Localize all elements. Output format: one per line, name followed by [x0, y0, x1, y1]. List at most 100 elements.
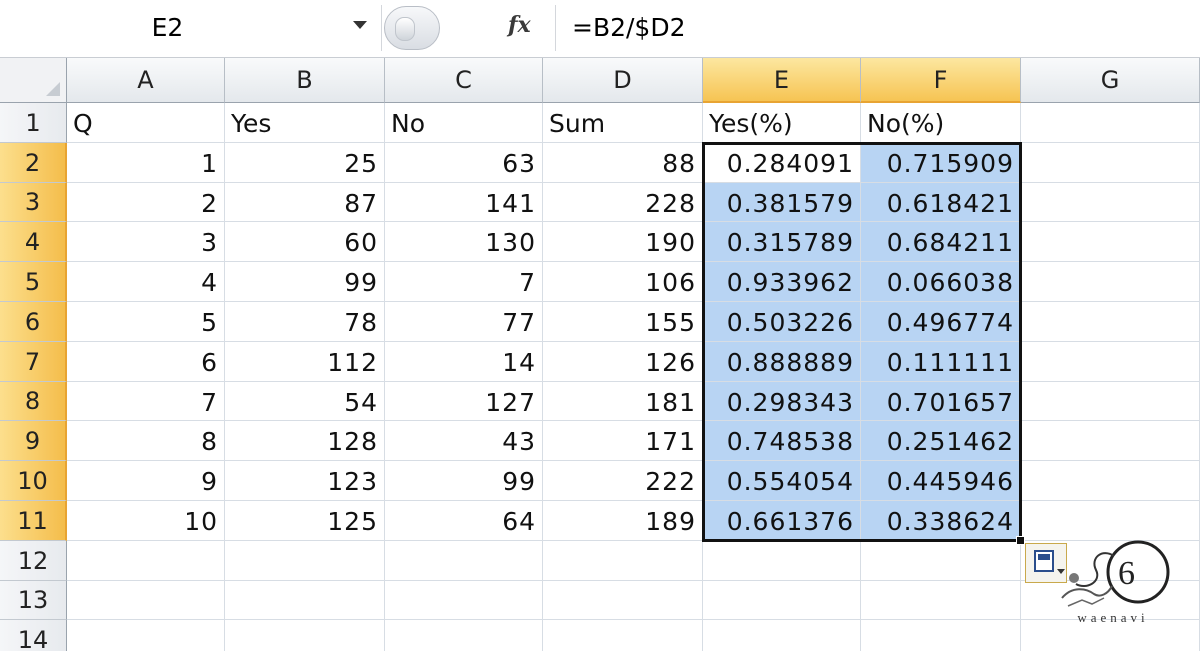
- cell-g10[interactable]: [1021, 461, 1200, 501]
- formula-bar-splitter[interactable]: [384, 6, 440, 50]
- cell-d4[interactable]: 190: [543, 222, 703, 262]
- cell-b1[interactable]: Yes: [225, 103, 385, 143]
- cell-b3[interactable]: 87: [225, 183, 385, 222]
- cell-e1[interactable]: Yes(%): [703, 103, 861, 143]
- cell-a11[interactable]: 10: [67, 501, 225, 541]
- cell-a8[interactable]: 7: [67, 382, 225, 421]
- cell-c8[interactable]: 127: [385, 382, 543, 421]
- cell-g1[interactable]: [1021, 103, 1200, 143]
- cell-d8[interactable]: 181: [543, 382, 703, 421]
- cell-e13[interactable]: [703, 581, 861, 620]
- cell-b14[interactable]: [225, 620, 385, 651]
- cell-f3[interactable]: 0.618421: [861, 183, 1021, 222]
- cell-a13[interactable]: [67, 581, 225, 620]
- cell-g3[interactable]: [1021, 183, 1200, 222]
- cell-d6[interactable]: 155: [543, 302, 703, 342]
- cell-c2[interactable]: 63: [385, 143, 543, 183]
- cell-d14[interactable]: [543, 620, 703, 651]
- cell-f1[interactable]: No(%): [861, 103, 1021, 143]
- cell-f4[interactable]: 0.684211: [861, 222, 1021, 262]
- cell-c4[interactable]: 130: [385, 222, 543, 262]
- row-header-1[interactable]: 1: [0, 103, 67, 143]
- row-header-10[interactable]: 10: [0, 461, 67, 501]
- cell-d12[interactable]: [543, 541, 703, 581]
- cell-g2[interactable]: [1021, 143, 1200, 183]
- row-header-6[interactable]: 6: [0, 302, 67, 342]
- column-header-a[interactable]: A: [67, 58, 225, 103]
- cell-g6[interactable]: [1021, 302, 1200, 342]
- cell-e11[interactable]: 0.661376: [703, 501, 861, 541]
- cell-g5[interactable]: [1021, 262, 1200, 302]
- cell-e14[interactable]: [703, 620, 861, 651]
- cell-c14[interactable]: [385, 620, 543, 651]
- cell-e4[interactable]: 0.315789: [703, 222, 861, 262]
- cell-e3[interactable]: 0.381579: [703, 183, 861, 222]
- cell-c7[interactable]: 14: [385, 342, 543, 382]
- cell-f5[interactable]: 0.066038: [861, 262, 1021, 302]
- cell-a10[interactable]: 9: [67, 461, 225, 501]
- row-header-11[interactable]: 11: [0, 501, 67, 541]
- cell-e10[interactable]: 0.554054: [703, 461, 861, 501]
- chevron-down-icon[interactable]: [353, 21, 367, 29]
- row-header-8[interactable]: 8: [0, 382, 67, 421]
- cell-a5[interactable]: 4: [67, 262, 225, 302]
- cell-g9[interactable]: [1021, 421, 1200, 461]
- cell-c10[interactable]: 99: [385, 461, 543, 501]
- cell-b9[interactable]: 128: [225, 421, 385, 461]
- row-header-14[interactable]: 14: [0, 620, 67, 651]
- cell-b10[interactable]: 123: [225, 461, 385, 501]
- cell-f14[interactable]: [861, 620, 1021, 651]
- cell-a3[interactable]: 2: [67, 183, 225, 222]
- cell-e12[interactable]: [703, 541, 861, 581]
- column-header-b[interactable]: B: [225, 58, 385, 103]
- cell-f8[interactable]: 0.701657: [861, 382, 1021, 421]
- cell-g4[interactable]: [1021, 222, 1200, 262]
- cell-a12[interactable]: [67, 541, 225, 581]
- cell-b2[interactable]: 25: [225, 143, 385, 183]
- column-header-g[interactable]: G: [1021, 58, 1200, 103]
- cell-f6[interactable]: 0.496774: [861, 302, 1021, 342]
- column-header-c[interactable]: C: [385, 58, 543, 103]
- cell-c3[interactable]: 141: [385, 183, 543, 222]
- column-header-f[interactable]: F: [861, 58, 1021, 103]
- cell-f9[interactable]: 0.251462: [861, 421, 1021, 461]
- cell-b4[interactable]: 60: [225, 222, 385, 262]
- cell-a6[interactable]: 5: [67, 302, 225, 342]
- row-header-13[interactable]: 13: [0, 581, 67, 620]
- row-header-4[interactable]: 4: [0, 222, 67, 262]
- cell-e5[interactable]: 0.933962: [703, 262, 861, 302]
- cell-c9[interactable]: 43: [385, 421, 543, 461]
- cell-b5[interactable]: 99: [225, 262, 385, 302]
- row-header-5[interactable]: 5: [0, 262, 67, 302]
- cell-d13[interactable]: [543, 581, 703, 620]
- column-header-d[interactable]: D: [543, 58, 703, 103]
- cell-b8[interactable]: 54: [225, 382, 385, 421]
- cell-c1[interactable]: No: [385, 103, 543, 143]
- cell-b7[interactable]: 112: [225, 342, 385, 382]
- cell-c13[interactable]: [385, 581, 543, 620]
- row-header-12[interactable]: 12: [0, 541, 67, 581]
- cell-e9[interactable]: 0.748538: [703, 421, 861, 461]
- cell-a4[interactable]: 3: [67, 222, 225, 262]
- cell-f11[interactable]: 0.338624: [861, 501, 1021, 541]
- cell-d5[interactable]: 106: [543, 262, 703, 302]
- cell-c6[interactable]: 77: [385, 302, 543, 342]
- cell-d10[interactable]: 222: [543, 461, 703, 501]
- cell-a2[interactable]: 1: [67, 143, 225, 183]
- cell-f13[interactable]: [861, 581, 1021, 620]
- cell-g8[interactable]: [1021, 382, 1200, 421]
- cell-f7[interactable]: 0.111111: [861, 342, 1021, 382]
- fill-handle[interactable]: [1016, 536, 1025, 545]
- cell-f2[interactable]: 0.715909: [861, 143, 1021, 183]
- cell-d9[interactable]: 171: [543, 421, 703, 461]
- cell-f12[interactable]: [861, 541, 1021, 581]
- column-header-e[interactable]: E: [703, 58, 861, 103]
- row-header-7[interactable]: 7: [0, 342, 67, 382]
- cell-c5[interactable]: 7: [385, 262, 543, 302]
- cell-a9[interactable]: 8: [67, 421, 225, 461]
- cell-d7[interactable]: 126: [543, 342, 703, 382]
- cell-b13[interactable]: [225, 581, 385, 620]
- cell-e8[interactable]: 0.298343: [703, 382, 861, 421]
- cell-b12[interactable]: [225, 541, 385, 581]
- cell-g7[interactable]: [1021, 342, 1200, 382]
